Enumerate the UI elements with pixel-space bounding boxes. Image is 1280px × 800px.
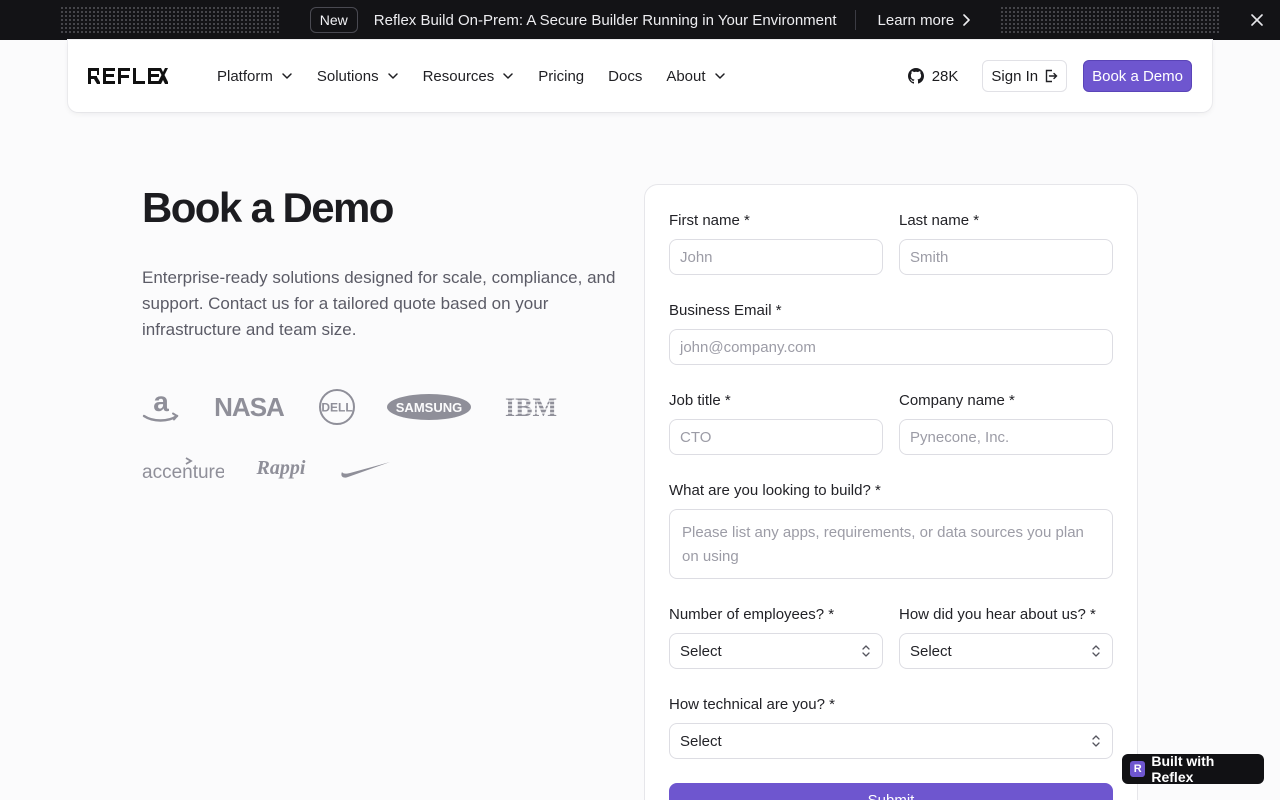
build-label: What are you looking to build? * (669, 482, 881, 499)
technical-label: How technical are you? * (669, 696, 835, 713)
sign-in-icon (1045, 69, 1058, 83)
dell-logo-text: DELL (321, 401, 352, 415)
hero-description: Enterprise-ready solutions designed for … (142, 268, 616, 339)
nav-item-pricing[interactable]: Pricing (538, 68, 584, 85)
build-textarea[interactable]: Please list any apps, requirements, or d… (669, 509, 1113, 579)
github-stars-link[interactable]: 28K (907, 67, 959, 85)
github-star-count: 28K (931, 67, 959, 85)
chevron-right-icon (963, 14, 971, 26)
announcement-divider (854, 10, 856, 30)
chevron-down-icon (714, 73, 725, 79)
job-title-label: Job title * (669, 392, 731, 409)
first-name-label: First name * (669, 212, 750, 229)
customer-logos-row-1: a NASA DELL SAMSUNG IBM (142, 388, 560, 426)
svg-text:a: a (153, 389, 169, 417)
nav-item-solutions[interactable]: Solutions (317, 68, 399, 85)
book-demo-button[interactable]: Book a Demo (1083, 60, 1192, 92)
chevron-down-icon (503, 73, 514, 79)
nike-logo (341, 462, 390, 478)
chevron-up-down-icon (1092, 645, 1100, 657)
nasa-logo-text: NASA (214, 392, 285, 422)
business-email-input[interactable]: john@company.com (669, 329, 1113, 365)
announcement-bar: New Reflex Build On-Prem: A Secure Build… (0, 0, 1280, 40)
heard-label: How did you hear about us? * (899, 606, 1096, 623)
ibm-logo: IBM (502, 393, 560, 422)
heard-select-value: Select (910, 642, 952, 660)
chevron-up-down-icon (1092, 735, 1100, 747)
decorative-noise-right (1000, 6, 1220, 34)
amazon-logo: a (142, 389, 179, 422)
rappi-logo-text: Rappi (256, 457, 306, 479)
close-icon[interactable] (1248, 11, 1266, 29)
nav-links: Platform Solutions Resources Pricing Doc… (217, 68, 750, 85)
first-name-input[interactable]: John (669, 239, 883, 275)
samsung-logo: SAMSUNG (387, 394, 471, 420)
dell-logo: DELL (319, 389, 355, 425)
sign-in-label: Sign In (991, 67, 1039, 85)
github-icon (907, 68, 924, 84)
chevron-up-down-icon (862, 645, 870, 657)
rappi-logo: Rappi (256, 457, 306, 479)
business-email-label: Business Email * (669, 302, 782, 319)
nav-item-label: Solutions (316, 67, 379, 85)
employees-select-value: Select (680, 642, 722, 660)
nav-item-platform[interactable]: Platform (217, 68, 293, 85)
nav-item-label: Platform (217, 67, 273, 85)
accenture-logo: accenture (142, 457, 224, 482)
nav-item-label: About (666, 67, 706, 85)
nav-actions: 28K Sign In Book a Demo (907, 60, 1192, 92)
page-title: Book a Demo (142, 184, 394, 231)
employees-label: Number of employees? * (669, 606, 835, 623)
decorative-noise-left (60, 6, 280, 34)
job-title-input[interactable]: CTO (669, 419, 883, 455)
reflex-mark-icon: R (1130, 761, 1146, 777)
navbar: Platform Solutions Resources Pricing Doc… (68, 40, 1212, 112)
nav-item-about[interactable]: About (666, 68, 725, 85)
ibm-logo-text: IBM (505, 393, 557, 422)
built-with-label: Built with Reflex (1151, 753, 1215, 785)
announcement-text[interactable]: Reflex Build On-Prem: A Secure Builder R… (374, 12, 837, 29)
nav-item-resources[interactable]: Resources (423, 68, 515, 85)
learn-more-link[interactable]: Learn more (878, 12, 971, 29)
built-with-reflex-badge[interactable]: R Built with Reflex (1122, 753, 1264, 785)
last-name-label: Last name * (899, 212, 980, 229)
accenture-logo-text: accenture (142, 462, 224, 482)
chevron-down-icon (387, 73, 398, 79)
nav-item-label: Resources (422, 67, 495, 85)
customer-logos-row-2: accenture Rappi (142, 454, 392, 482)
heard-select[interactable]: Select (899, 633, 1113, 669)
learn-more-label: Learn more (877, 11, 955, 29)
reflex-wordmark (88, 68, 168, 84)
chevron-down-icon (282, 73, 292, 79)
samsung-logo-text: SAMSUNG (396, 400, 462, 415)
nasa-logo: NASA (214, 392, 286, 422)
company-name-label: Company name * (899, 392, 1015, 409)
new-badge: New (309, 7, 358, 33)
technical-select-value: Select (680, 732, 722, 750)
submit-button[interactable]: Submit (669, 783, 1113, 800)
nav-item-docs[interactable]: Docs (608, 68, 642, 85)
employees-select[interactable]: Select (669, 633, 883, 669)
reflex-logo[interactable] (88, 66, 170, 86)
technical-select[interactable]: Select (669, 723, 1113, 759)
company-name-input[interactable]: Pynecone, Inc. (899, 419, 1113, 455)
last-name-input[interactable]: Smith (899, 239, 1113, 275)
nav-item-label: Pricing (538, 67, 585, 85)
nav-item-label: Docs (608, 67, 643, 85)
sign-in-button[interactable]: Sign In (982, 60, 1068, 92)
